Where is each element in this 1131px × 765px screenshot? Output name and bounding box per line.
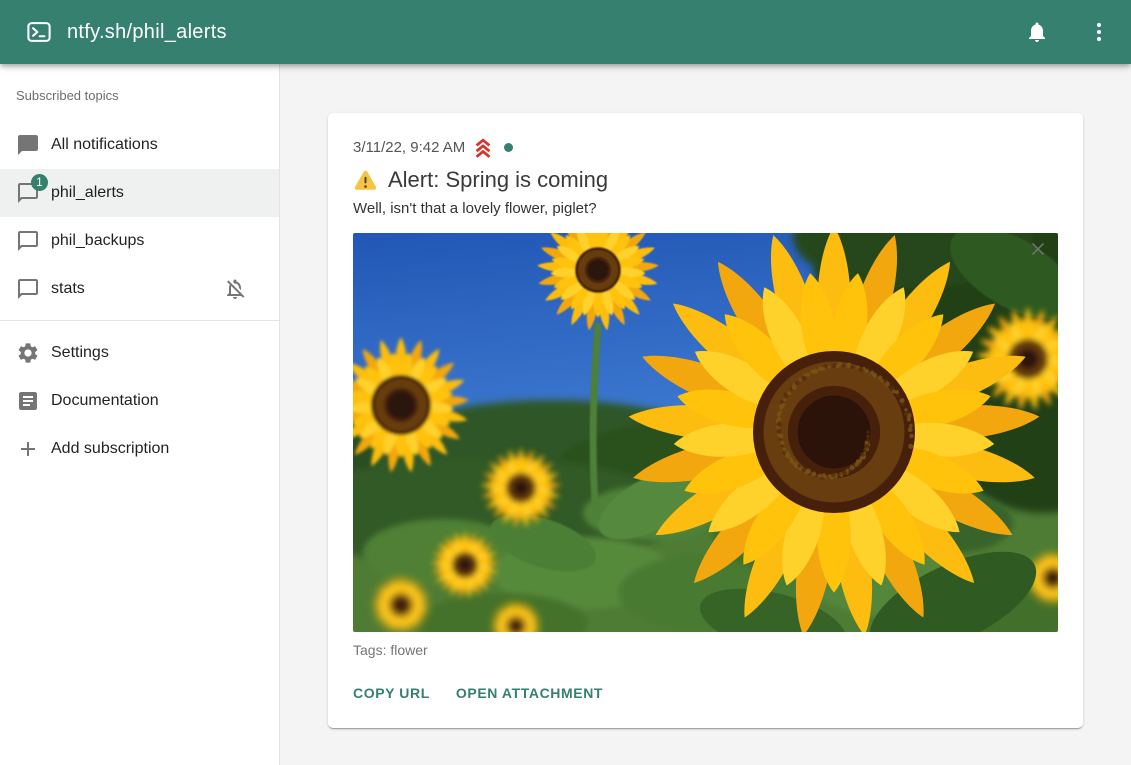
sidebar-item-add-subscription[interactable]: Add subscription [0, 425, 279, 473]
subscribed-topics-caption: Subscribed topics [0, 64, 279, 113]
sidebar-item-documentation[interactable]: Documentation [0, 377, 279, 425]
copy-url-button[interactable]: COPY URL [353, 685, 430, 701]
chat-bubble-filled-icon [16, 133, 40, 157]
sidebar-divider [0, 320, 279, 321]
sidebar: Subscribed topics All notifications 1 ph… [0, 64, 280, 765]
warning-triangle-emoji [353, 168, 378, 193]
main-content: 3/11/22, 9:42 AM [280, 64, 1131, 765]
sidebar-item-label: Add subscription [51, 440, 169, 458]
sidebar-item-phil-backups[interactable]: phil_backups [0, 217, 279, 265]
article-icon [16, 389, 40, 413]
close-icon[interactable] [1018, 229, 1058, 269]
page-title: ntfy.sh/phil_alerts [67, 21, 227, 44]
sidebar-item-label: stats [51, 280, 85, 298]
chat-bubble-outline-icon [16, 277, 40, 301]
sidebar-item-label: Settings [51, 344, 109, 362]
sidebar-item-label: phil_backups [51, 232, 144, 250]
bell-icon[interactable] [1019, 14, 1055, 50]
sidebar-item-label: phil_alerts [51, 184, 124, 202]
sidebar-item-all-notifications[interactable]: All notifications [0, 121, 279, 169]
sidebar-item-label: Documentation [51, 392, 159, 410]
sidebar-item-phil-alerts[interactable]: 1 phil_alerts [0, 169, 279, 217]
sidebar-item-settings[interactable]: Settings [0, 329, 279, 377]
kebab-menu-icon[interactable] [1081, 14, 1117, 50]
bell-off-icon [223, 277, 247, 301]
chat-bubble-outline-icon: 1 [16, 181, 40, 205]
unread-count-badge: 1 [31, 174, 48, 191]
app-bar: ntfy.sh/phil_alerts [0, 0, 1131, 64]
new-notification-dot [504, 143, 513, 152]
notification-title: Alert: Spring is coming [388, 167, 608, 193]
sidebar-item-label: All notifications [51, 136, 158, 154]
tags-label: Tags: flower [353, 641, 1058, 659]
attachment-image[interactable] [353, 233, 1058, 632]
notification-body: Well, isn't that a lovely flower, piglet… [353, 199, 1058, 219]
chat-bubble-outline-icon [16, 229, 40, 253]
max-priority-icon [471, 137, 495, 158]
notification-card: 3/11/22, 9:42 AM [328, 113, 1083, 728]
sidebar-item-stats[interactable]: stats [0, 265, 279, 313]
plus-icon [16, 437, 40, 461]
notification-timestamp: 3/11/22, 9:42 AM [353, 139, 465, 156]
terminal-icon[interactable] [26, 19, 52, 45]
open-attachment-button[interactable]: OPEN ATTACHMENT [456, 685, 603, 701]
gear-icon [16, 341, 40, 365]
